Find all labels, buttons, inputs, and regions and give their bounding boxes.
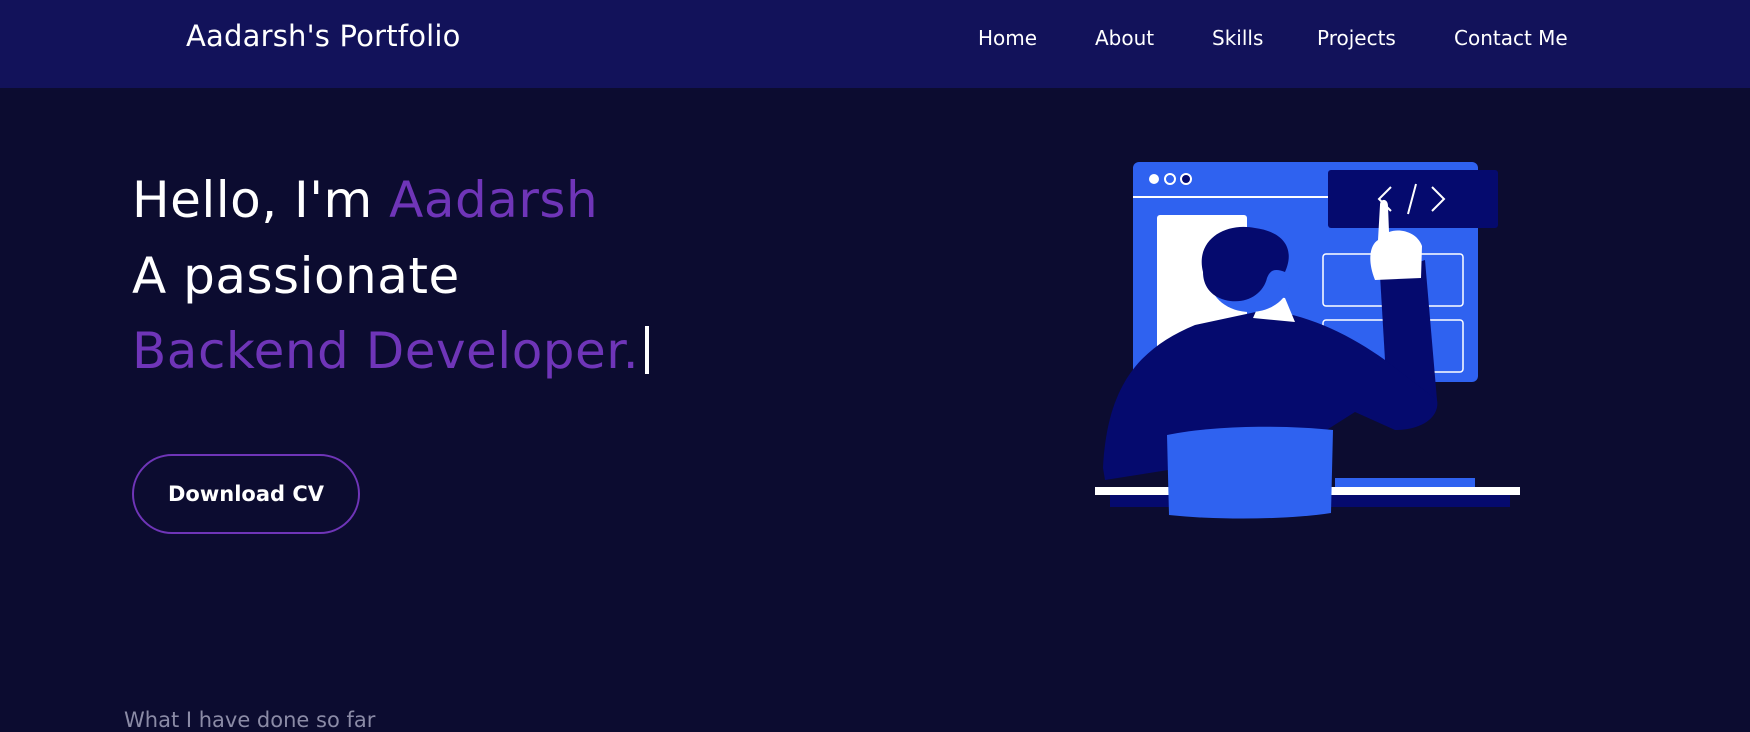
hero-greeting: Hello, I'm Aadarsh [132,168,598,232]
download-cv-button[interactable]: Download CV [132,454,360,534]
hero-role: Backend Developer. [132,322,640,380]
developer-at-screen-illustration [1095,162,1520,519]
typing-caret [645,326,650,374]
nav-link-about[interactable]: About [1095,23,1154,53]
keyboard-shape [1335,478,1475,487]
hero-role-line: Backend Developer. [132,319,650,383]
nav-link-skills[interactable]: Skills [1212,23,1263,53]
nav-link-contact[interactable]: Contact Me [1454,23,1568,53]
window-dot-icon [1149,174,1159,184]
nav-link-home[interactable]: Home [978,23,1037,53]
navbar: Aadarsh's Portfolio Home About Skills Pr… [0,0,1750,88]
nav-link-projects[interactable]: Projects [1317,23,1396,53]
hero-greeting-prefix: Hello, I'm [132,171,373,229]
chair-shape [1167,426,1333,519]
hero-line-passionate: A passionate [132,247,460,305]
window-dot-icon [1180,173,1192,185]
window-dot-icon [1164,173,1176,185]
hero-name: Aadarsh [389,171,599,229]
nav-links: Home About Skills Projects Contact Me [0,23,1750,53]
next-section-heading: What I have done so far [124,708,376,732]
